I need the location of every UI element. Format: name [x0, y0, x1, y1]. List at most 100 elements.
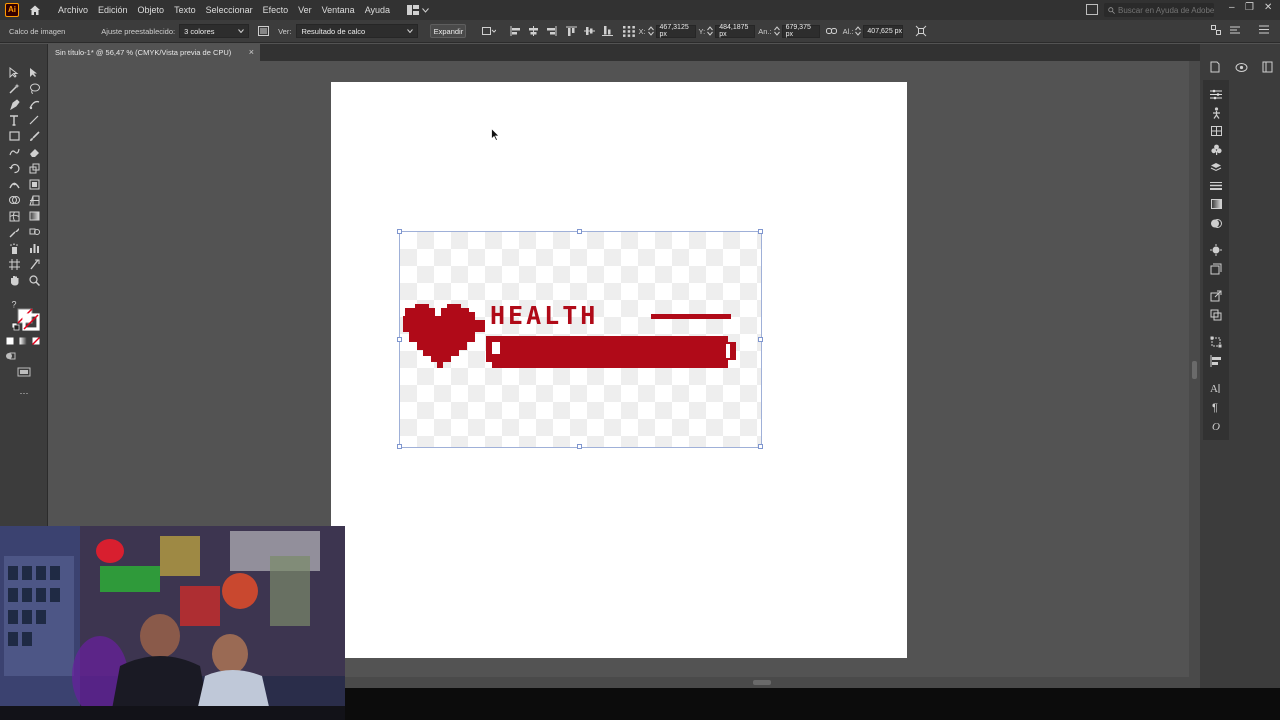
- magic-wand-tool-icon[interactable]: [6, 81, 22, 95]
- shape-builder-tool-icon[interactable]: [6, 193, 22, 207]
- properties-panel-icon[interactable]: [1208, 61, 1222, 73]
- arrange-panels-icon[interactable]: [1086, 4, 1098, 15]
- symbol-sprayer-tool-icon[interactable]: [6, 241, 22, 255]
- eyedropper-tool-icon[interactable]: [6, 225, 22, 239]
- libraries-panel-icon[interactable]: [1234, 61, 1248, 73]
- control-arrange-icon[interactable]: [1230, 25, 1240, 35]
- paragraph-panel-icon[interactable]: ¶: [1209, 401, 1223, 413]
- transform-icon[interactable]: [915, 25, 927, 37]
- trace-panel-icon[interactable]: [258, 26, 270, 36]
- artboard-tool-icon[interactable]: [6, 257, 22, 271]
- align-right-icon[interactable]: [546, 26, 557, 36]
- vertical-scrollbar[interactable]: [1189, 61, 1200, 688]
- fill-stroke-swatch[interactable]: [12, 307, 42, 331]
- perspective-grid-tool-icon[interactable]: [26, 193, 42, 207]
- align-panel-icon[interactable]: [1209, 355, 1223, 367]
- selection-handle-top[interactable]: [577, 229, 582, 234]
- menu-efecto[interactable]: Efecto: [258, 5, 294, 15]
- hand-tool-icon[interactable]: [6, 273, 22, 287]
- minimize-icon[interactable]: –: [1229, 2, 1235, 13]
- direct-selection-tool-icon[interactable]: [26, 65, 42, 79]
- horizontal-scrollbar[interactable]: [345, 677, 1189, 688]
- x-input[interactable]: 467,3125 px: [655, 24, 696, 38]
- selection-handle-bottom-left[interactable]: [397, 444, 402, 449]
- symbols-panel-icon[interactable]: [1209, 143, 1223, 155]
- menu-ver[interactable]: Ver: [293, 5, 317, 15]
- gradient-panel-icon[interactable]: [1209, 198, 1223, 210]
- draw-mode-icon[interactable]: [2, 349, 18, 363]
- vertical-scroll-thumb[interactable]: [1192, 361, 1197, 379]
- curvature-tool-icon[interactable]: [26, 97, 42, 111]
- close-window-icon[interactable]: ✕: [1264, 2, 1272, 13]
- menu-texto[interactable]: Texto: [169, 5, 201, 15]
- transform-panel-icon[interactable]: [1209, 336, 1223, 348]
- horizontal-scroll-thumb[interactable]: [753, 680, 771, 685]
- artboard[interactable]: HEALTH: [331, 82, 907, 658]
- column-graph-tool-icon[interactable]: [26, 241, 42, 255]
- close-tab-icon[interactable]: ×: [249, 47, 254, 57]
- character-panel-icon[interactable]: A: [1209, 382, 1223, 394]
- align-top-icon[interactable]: [566, 26, 578, 36]
- menu-edicion[interactable]: Edición: [93, 5, 133, 15]
- link-proportions-icon[interactable]: [825, 27, 837, 35]
- selection-handle-bottom[interactable]: [577, 444, 582, 449]
- help-search-input[interactable]: [1118, 5, 1214, 15]
- stepper-icon[interactable]: [855, 26, 862, 36]
- selection-handle-top-right[interactable]: [758, 229, 763, 234]
- control-menu-icon[interactable]: [1259, 25, 1269, 34]
- help-search[interactable]: [1104, 3, 1214, 17]
- swatches-panel-icon[interactable]: [1209, 125, 1223, 137]
- menu-seleccionar[interactable]: Seleccionar: [201, 5, 258, 15]
- restore-icon[interactable]: ❐: [1245, 2, 1254, 13]
- traced-image-bounding-box[interactable]: HEALTH: [397, 229, 763, 449]
- slice-tool-icon[interactable]: [26, 257, 42, 271]
- menu-ventana[interactable]: Ventana: [317, 5, 360, 15]
- menu-ayuda[interactable]: Ayuda: [360, 5, 395, 15]
- type-tool-icon[interactable]: [6, 113, 22, 127]
- screen-mode-icon[interactable]: [16, 365, 32, 379]
- line-segment-tool-icon[interactable]: [26, 113, 42, 127]
- document-tab[interactable]: Sin título-1* @ 56,47 % (CMYK/Vista prev…: [48, 44, 260, 61]
- layers-panel-icon[interactable]: [1209, 161, 1223, 173]
- panel-name-label[interactable]: Calco de imagen: [9, 27, 65, 36]
- puppet-warp-icon[interactable]: [1209, 107, 1223, 119]
- none-mode-icon[interactable]: [28, 334, 44, 348]
- more-tools-icon[interactable]: ···: [16, 386, 32, 400]
- stepper-icon[interactable]: [647, 26, 654, 36]
- opentype-panel-icon[interactable]: O: [1209, 420, 1223, 432]
- height-input[interactable]: 407,625 px: [863, 24, 904, 38]
- appearance-panel-icon[interactable]: [1209, 244, 1223, 256]
- control-options-icon[interactable]: [1211, 25, 1221, 35]
- graphic-styles-icon[interactable]: [1209, 263, 1223, 275]
- align-bottom-icon[interactable]: [602, 26, 614, 36]
- mesh-tool-icon[interactable]: [6, 209, 22, 223]
- reference-point-icon[interactable]: [623, 25, 636, 37]
- export-panel-icon[interactable]: [1209, 290, 1223, 302]
- free-transform-tool-icon[interactable]: [26, 177, 42, 191]
- selection-handle-right[interactable]: [758, 337, 763, 342]
- paintbrush-tool-icon[interactable]: [26, 129, 42, 143]
- blend-tool-icon[interactable]: [26, 225, 42, 239]
- width-tool-icon[interactable]: [6, 177, 22, 191]
- selection-handle-left[interactable]: [397, 337, 402, 342]
- stroke-panel-icon[interactable]: [1209, 180, 1223, 192]
- transparency-panel-icon[interactable]: [1209, 217, 1223, 229]
- scale-tool-icon[interactable]: [26, 161, 42, 175]
- view-select[interactable]: Resultado de calco: [296, 24, 419, 38]
- align-left-icon[interactable]: [510, 26, 521, 36]
- menu-objeto[interactable]: Objeto: [133, 5, 170, 15]
- selection-handle-top-left[interactable]: [397, 229, 402, 234]
- y-input[interactable]: 484,1875 px: [715, 24, 756, 38]
- selection-handle-bottom-right[interactable]: [758, 444, 763, 449]
- workspace-switcher[interactable]: [407, 5, 429, 15]
- preset-select[interactable]: 3 colores: [179, 24, 250, 38]
- shaper-tool-icon[interactable]: [6, 145, 22, 159]
- pen-tool-icon[interactable]: [6, 97, 22, 111]
- width-input[interactable]: 679,375 px: [781, 24, 820, 38]
- eraser-tool-icon[interactable]: [26, 145, 42, 159]
- rotate-tool-icon[interactable]: [6, 161, 22, 175]
- transform-anchor-icon[interactable]: [482, 26, 497, 36]
- align-center-icon[interactable]: [528, 26, 539, 36]
- zoom-tool-icon[interactable]: [26, 273, 42, 287]
- pathfinder-panel-icon[interactable]: [1209, 309, 1223, 321]
